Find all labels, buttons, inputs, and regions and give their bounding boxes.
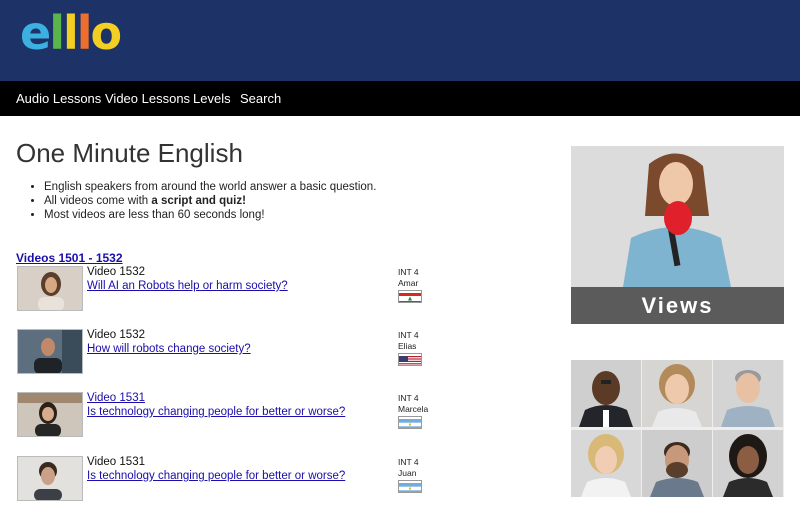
intro-bullet: English speakers from around the world a…	[44, 180, 376, 194]
views-banner: Views	[571, 287, 784, 324]
speaker-name: Amar	[398, 278, 418, 288]
video-question-link[interactable]: Is technology changing people for better…	[87, 470, 345, 482]
level-badge: INT 4	[398, 330, 419, 341]
reporter-image	[571, 146, 784, 287]
logo-letter: l	[77, 8, 91, 58]
views-promo[interactable]: Views	[571, 146, 784, 324]
speaker-name: Juan	[398, 468, 416, 478]
video-thumbnail[interactable]	[17, 266, 83, 311]
video-row: Video 1531 Is technology changing people…	[17, 456, 537, 506]
argentina-flag-icon	[398, 416, 422, 429]
people-grid[interactable]	[571, 360, 784, 497]
videos-range-link[interactable]: Videos 1501 - 1532	[16, 251, 123, 265]
video-label: Video 1532	[87, 266, 145, 278]
logo-letter: e	[20, 8, 49, 58]
video-label: Video 1531	[87, 456, 145, 468]
video-row: Video 1532 Will AI an Robots help or har…	[17, 266, 537, 316]
intro-list: English speakers from around the world a…	[28, 180, 376, 222]
level-badge: INT 4	[398, 393, 419, 404]
speaker-name: Elias	[398, 341, 416, 351]
video-question-link[interactable]: How will robots change society?	[87, 343, 251, 355]
person-portrait	[713, 430, 783, 497]
site-header: elllo	[0, 0, 800, 81]
page-title: One Minute English	[16, 138, 243, 169]
ello-logo[interactable]: elllo	[20, 8, 120, 58]
video-row: Video 1531 Is technology changing people…	[17, 392, 537, 442]
nav-search[interactable]: Search	[240, 91, 281, 106]
person-portrait	[713, 360, 783, 427]
logo-letter: o	[91, 8, 121, 58]
speaker-name: Marcela	[398, 404, 428, 414]
nav-audio-lessons[interactable]: Audio Lessons	[16, 91, 101, 106]
argentina-flag-icon	[398, 480, 422, 493]
nav-video-lessons[interactable]: Video Lessons	[105, 91, 190, 106]
intro-bullet: All videos come with a script and quiz!	[44, 194, 376, 208]
nav-levels[interactable]: Levels	[193, 91, 231, 106]
video-label-link[interactable]: Video 1531	[87, 392, 145, 404]
level-badge: INT 4	[398, 457, 419, 468]
person-portrait	[571, 360, 641, 427]
level-badge: INT 4	[398, 267, 419, 278]
usa-flag-icon	[398, 353, 422, 366]
intro-bullet-bold: a script and quiz!	[151, 195, 246, 207]
person-portrait	[642, 360, 712, 427]
logo-letter: l	[49, 8, 63, 58]
person-portrait	[642, 430, 712, 497]
video-thumbnail[interactable]	[17, 329, 83, 374]
video-label: Video 1532	[87, 329, 145, 341]
video-question-link[interactable]: Is technology changing people for better…	[87, 406, 345, 418]
logo-letter: l	[63, 8, 77, 58]
video-thumbnail[interactable]	[17, 392, 83, 437]
intro-bullet: Most videos are less than 60 seconds lon…	[44, 208, 376, 222]
person-portrait	[571, 430, 641, 497]
main-nav: Audio Lessons Video Lessons Levels Searc…	[0, 81, 800, 116]
video-thumbnail[interactable]	[17, 456, 83, 501]
lebanon-flag-icon	[398, 290, 422, 303]
video-question-link[interactable]: Will AI an Robots help or harm society?	[87, 280, 288, 292]
video-row: Video 1532 How will robots change societ…	[17, 329, 537, 379]
intro-bullet-text: All videos come with	[44, 195, 151, 207]
